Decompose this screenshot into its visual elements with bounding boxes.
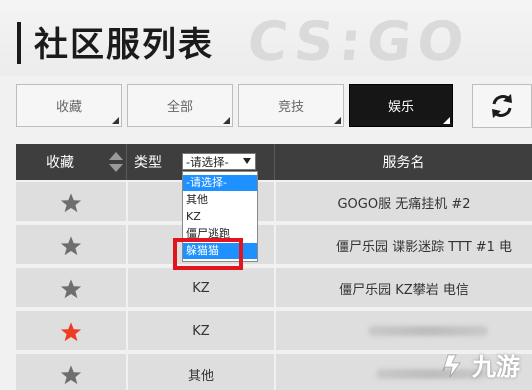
column-header-label: 收藏 — [46, 155, 74, 171]
column-header-type: 类型 — [134, 144, 174, 180]
type-cell: KZ — [192, 324, 210, 339]
filter-bar: 收藏 全部 竞技 娱乐 — [0, 84, 532, 130]
title-accent-bar — [17, 22, 21, 64]
refresh-button[interactable] — [472, 84, 532, 128]
server-name-cell[interactable]: 僵尸乐园 谍影迷踪 TTT #1 电 — [276, 225, 532, 266]
star-icon[interactable] — [60, 278, 82, 300]
favorite-cell[interactable] — [16, 311, 126, 352]
type-option-other[interactable]: 其他 — [183, 192, 257, 208]
filter-label: 全部 — [166, 100, 193, 115]
server-name-cell[interactable]: 僵尸乐园 KZ攀岩 电信 — [276, 268, 532, 309]
filter-label: 收藏 — [55, 100, 82, 115]
type-select[interactable]: -请选择- — [182, 153, 256, 170]
filter-button-entertainment[interactable]: 娱乐 — [349, 84, 453, 127]
column-header-server: 服务名 — [275, 144, 532, 180]
chevron-down-icon — [243, 158, 251, 164]
corner-marker — [334, 117, 341, 124]
filter-button-favorites[interactable]: 收藏 — [16, 84, 122, 127]
corner-marker — [112, 117, 119, 124]
annotation-highlight-box — [173, 238, 243, 270]
page-header: CS:GO 社区服列表 — [0, 0, 532, 76]
refresh-icon — [492, 94, 512, 118]
favorite-cell[interactable] — [16, 268, 126, 309]
table-row[interactable]: GOGO服 无痛挂机 #2 — [16, 182, 532, 223]
type-select-value: -请选择- — [186, 154, 229, 169]
blurred-server-name — [368, 326, 488, 336]
star-icon[interactable] — [60, 192, 82, 214]
column-divider — [126, 144, 127, 180]
column-header-label: 类型 — [134, 155, 162, 171]
watermark: 九游 — [438, 346, 520, 382]
type-cell: 其他 — [187, 369, 214, 384]
watermark-logo-icon — [442, 354, 461, 378]
filter-button-all[interactable]: 全部 — [127, 84, 233, 127]
favorite-cell[interactable] — [16, 354, 126, 390]
table-row[interactable]: 僵尸乐园 谍影迷踪 TTT #1 电 — [16, 225, 532, 266]
type-option-kz[interactable]: KZ — [183, 209, 257, 225]
favorite-cell[interactable] — [16, 182, 126, 223]
csgo-background-logo: CS:GO — [244, 10, 473, 73]
type-cell: KZ — [192, 281, 210, 296]
sort-arrows-icon[interactable] — [108, 151, 124, 173]
column-header-label: 服务名 — [382, 155, 425, 171]
filter-button-competitive[interactable]: 竞技 — [238, 84, 344, 127]
table-header: 收藏 类型 服务名 — [16, 144, 532, 180]
server-name-cell[interactable]: GOGO服 无痛挂机 #2 — [276, 182, 532, 223]
star-icon[interactable] — [60, 235, 82, 257]
star-filled-icon[interactable] — [60, 321, 82, 343]
filter-label: 娱乐 — [387, 100, 414, 115]
table-row[interactable]: KZ 僵尸乐园 KZ攀岩 电信 — [16, 268, 532, 309]
filter-label: 竞技 — [277, 100, 304, 115]
corner-marker — [443, 117, 450, 124]
favorite-cell[interactable] — [16, 225, 126, 266]
corner-marker — [223, 117, 230, 124]
watermark-text: 九游 — [472, 352, 520, 381]
type-option-placeholder[interactable]: -请选择- — [183, 175, 257, 191]
star-icon[interactable] — [60, 364, 82, 386]
page-title: 社区服列表 — [34, 25, 214, 65]
